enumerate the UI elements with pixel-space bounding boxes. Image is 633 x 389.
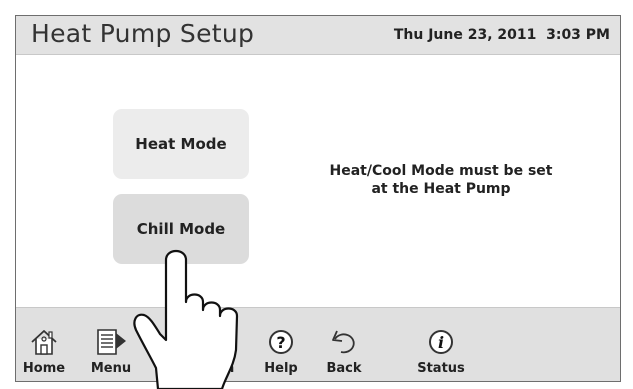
svg-text:i: i: [438, 333, 444, 352]
nav-back-label: Back: [326, 361, 362, 376]
nav-back[interactable]: Back: [319, 308, 369, 381]
nav-menu-label: Menu: [90, 361, 132, 376]
help-icon: ?: [269, 330, 293, 354]
menu-icon: [97, 329, 126, 355]
nav-touch[interactable]: uch: [204, 308, 244, 381]
title-bar: Heat Pump Setup Thu June 23, 2011 3:03 P…: [16, 16, 620, 55]
home-icon: [31, 330, 57, 355]
heat-cool-message: Heat/Cool Mode must be set at the Heat P…: [296, 162, 586, 198]
heat-mode-label: Heat Mode: [135, 135, 227, 153]
bottom-nav-bar: Home Menu uch ? Help Back i Status: [16, 307, 620, 381]
nav-status-label: Status: [417, 361, 465, 376]
status-icon: i: [429, 330, 453, 354]
datetime-display: Thu June 23, 2011 3:03 PM: [393, 27, 610, 43]
back-icon: [332, 330, 355, 354]
nav-status[interactable]: i Status: [415, 308, 467, 381]
nav-home[interactable]: Home: [20, 308, 68, 381]
svg-text:?: ?: [276, 333, 285, 352]
nav-help[interactable]: ? Help: [259, 308, 303, 381]
nav-menu[interactable]: Menu: [87, 308, 135, 381]
heat-mode-button[interactable]: Heat Mode: [113, 109, 249, 179]
message-line-1: Heat/Cool Mode must be set: [329, 163, 553, 179]
screen-frame: Heat Pump Setup Thu June 23, 2011 3:03 P…: [15, 15, 621, 382]
page-title: Heat Pump Setup: [31, 19, 255, 48]
message-line-2: at the Heat Pump: [371, 181, 511, 197]
nav-help-label: Help: [264, 361, 298, 376]
nav-home-label: Home: [22, 361, 66, 376]
chill-mode-button[interactable]: Chill Mode: [113, 194, 249, 264]
chill-mode-label: Chill Mode: [136, 220, 226, 238]
nav-touch-label: uch: [208, 361, 235, 376]
